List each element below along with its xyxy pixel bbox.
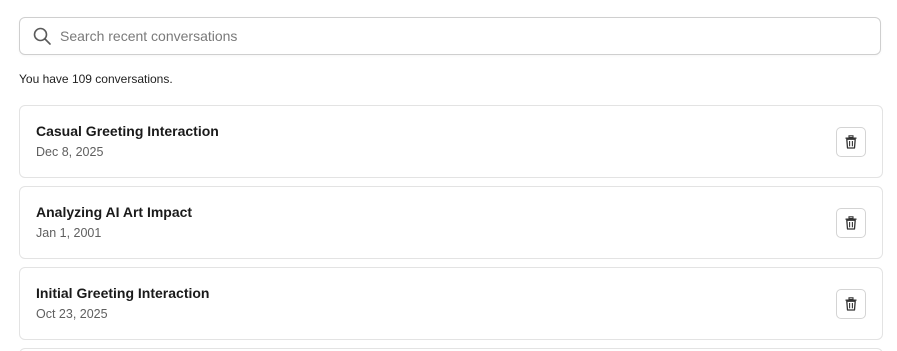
conversation-title: Initial Greeting Interaction <box>36 285 210 301</box>
conversation-title: Analyzing AI Art Impact <box>36 204 193 220</box>
conversation-item[interactable]: Casual Greeting Interaction Dec 8, 2025 <box>19 105 883 178</box>
conversation-title: Casual Greeting Interaction <box>36 123 219 139</box>
delete-conversation-button[interactable] <box>836 127 866 157</box>
conversation-date: Oct 23, 2025 <box>36 307 108 321</box>
search-input[interactable] <box>60 18 880 54</box>
delete-conversation-button[interactable] <box>836 208 866 238</box>
conversation-item[interactable]: Initial Greeting Interaction Oct 23, 202… <box>19 267 883 340</box>
trash-icon <box>845 216 857 230</box>
conversation-item[interactable]: Analyzing AI Art Impact Jan 1, 2001 <box>19 186 883 259</box>
delete-conversation-button[interactable] <box>836 289 866 319</box>
conversation-count: You have 109 conversations. <box>19 72 173 86</box>
trash-icon <box>845 135 857 149</box>
search-box[interactable] <box>19 17 881 55</box>
conversation-list: Casual Greeting Interaction Dec 8, 2025 … <box>19 105 883 348</box>
trash-icon <box>845 297 857 311</box>
conversation-date: Jan 1, 2001 <box>36 226 102 240</box>
conversations-page: You have 109 conversations. Casual Greet… <box>0 0 897 351</box>
search-icon <box>31 25 53 47</box>
conversation-date: Dec 8, 2025 <box>36 145 104 159</box>
